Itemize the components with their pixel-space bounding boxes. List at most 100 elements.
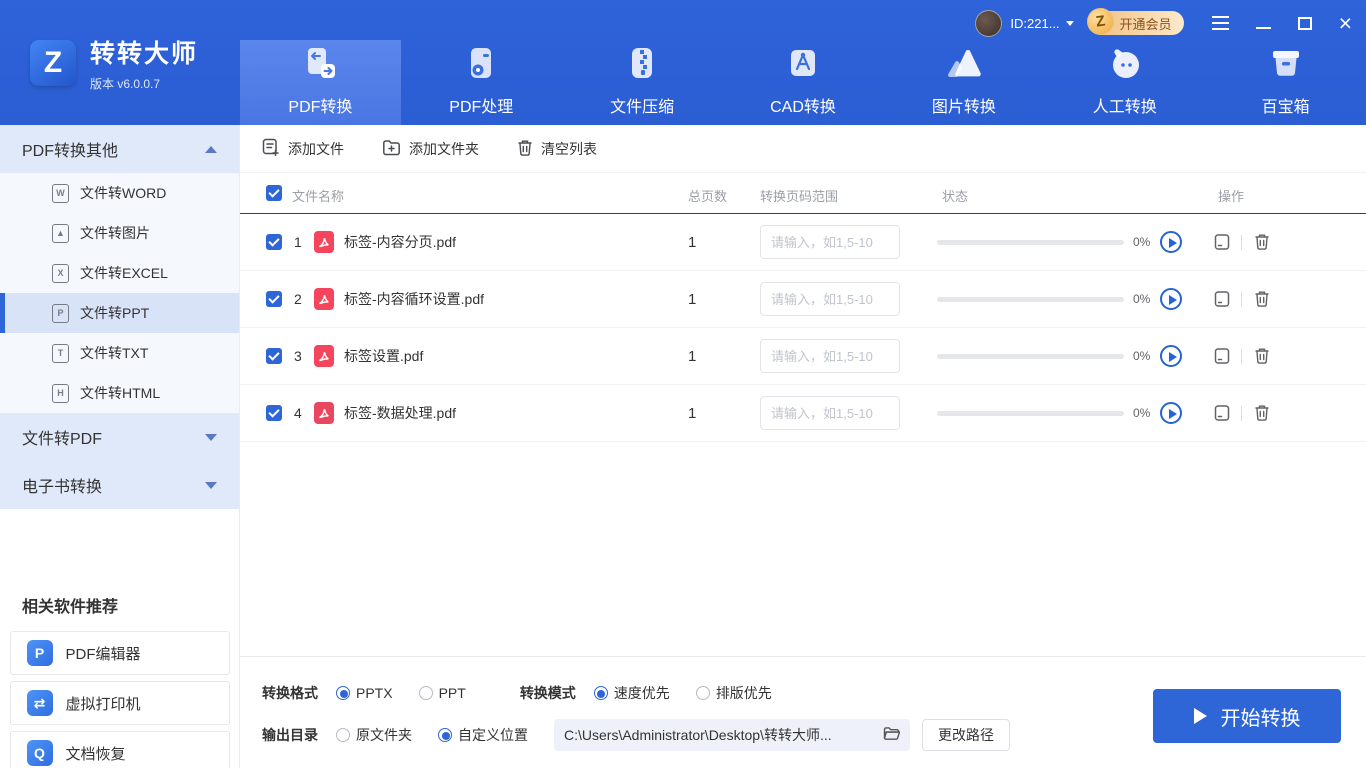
- minimize-button[interactable]: [1256, 27, 1271, 29]
- sidebar-item-to-excel[interactable]: X 文件转EXCEL: [0, 253, 239, 293]
- vip-coin-icon: Z: [1085, 6, 1115, 36]
- image-file-icon: ▲: [52, 224, 69, 243]
- recommend-label: 虚拟打印机: [66, 693, 141, 714]
- add-file-button[interactable]: 添加文件: [262, 138, 344, 159]
- chevron-up-icon: [205, 146, 217, 153]
- sidebar-section-pdf-convert-other[interactable]: PDF转换其他: [0, 125, 239, 173]
- open-file-icon[interactable]: [1213, 233, 1231, 254]
- change-path-button[interactable]: 更改路径: [922, 719, 1010, 751]
- open-file-icon[interactable]: [1213, 290, 1231, 311]
- add-folder-icon: [382, 138, 401, 159]
- toolbar: 添加文件 添加文件夹 清空列表: [240, 125, 1366, 173]
- divider: [1241, 406, 1242, 421]
- play-button[interactable]: [1160, 345, 1182, 367]
- chevron-down-icon[interactable]: [1066, 21, 1074, 26]
- menu-icon[interactable]: [1212, 16, 1229, 30]
- delete-icon[interactable]: [1254, 347, 1270, 367]
- close-button[interactable]: ×: [1339, 13, 1352, 33]
- row-index: 1: [294, 214, 302, 271]
- sidebar-item-to-word[interactable]: W 文件转WORD: [0, 173, 239, 213]
- sidebar: PDF转换其他 W 文件转WORD ▲ 文件转图片 X 文件转EXCEL P 文…: [0, 125, 240, 768]
- maximize-button[interactable]: [1298, 17, 1312, 30]
- recommend-doc-recovery[interactable]: Q 文档恢复: [10, 731, 230, 768]
- doc-recovery-icon: Q: [27, 740, 53, 766]
- window-controls: ×: [1212, 13, 1352, 33]
- row-checkbox[interactable]: [266, 405, 282, 421]
- radio-selected-icon: [438, 728, 452, 742]
- column-page-range: 转换页码范围: [760, 186, 838, 205]
- sidebar-section-ebook-convert[interactable]: 电子书转换: [0, 461, 239, 509]
- radio-ppt[interactable]: PPT: [419, 685, 466, 701]
- row-index: 3: [294, 328, 302, 385]
- user-id[interactable]: ID:221...: [1010, 16, 1059, 31]
- tab-toolbox[interactable]: 百宝箱: [1205, 40, 1366, 125]
- total-pages: 1: [688, 214, 696, 271]
- tab-pdf-convert[interactable]: PDF转换: [240, 40, 401, 125]
- section-label: 文件转PDF: [22, 425, 205, 449]
- tab-file-compress[interactable]: 文件压缩: [562, 40, 723, 125]
- clear-list-button[interactable]: 清空列表: [517, 139, 597, 159]
- play-button[interactable]: [1160, 288, 1182, 310]
- folder-icon[interactable]: [883, 726, 900, 744]
- sidebar-item-to-html[interactable]: H 文件转HTML: [0, 373, 239, 413]
- recommend-label: PDF编辑器: [66, 643, 141, 664]
- file-name: 标签设置.pdf: [344, 328, 423, 385]
- open-file-icon[interactable]: [1213, 347, 1231, 368]
- app-version: 版本 v6.0.0.7: [90, 75, 198, 92]
- row-checkbox[interactable]: [266, 348, 282, 364]
- page-range-input[interactable]: [760, 339, 900, 373]
- tab-cad-convert[interactable]: CAD转换: [723, 40, 884, 125]
- column-file-name: 文件名称: [292, 186, 344, 205]
- output-label: 输出目录: [262, 725, 318, 745]
- table-header: 文件名称 总页数 转换页码范围 状态 操作: [240, 173, 1366, 214]
- tab-pdf-process[interactable]: PDF处理: [401, 40, 562, 125]
- tab-manual-convert[interactable]: 人工转换: [1044, 40, 1205, 125]
- page-range-input[interactable]: [760, 225, 900, 259]
- pdf-editor-icon: P: [27, 640, 53, 666]
- titlebar: ID:221... Z 开通会员 ×: [975, 8, 1352, 38]
- radio-custom-location[interactable]: 自定义位置: [438, 725, 528, 745]
- start-convert-button[interactable]: 开始转换: [1153, 689, 1341, 743]
- vip-button[interactable]: Z 开通会员: [1090, 11, 1184, 35]
- recommend-pdf-editor[interactable]: P PDF编辑器: [10, 631, 230, 675]
- sidebar-section-to-pdf[interactable]: 文件转PDF: [0, 413, 239, 461]
- open-file-icon[interactable]: [1213, 404, 1231, 425]
- user-avatar[interactable]: [975, 10, 1002, 37]
- tab-image-convert[interactable]: 图片转换: [883, 40, 1044, 125]
- page-range-input[interactable]: [760, 282, 900, 316]
- sidebar-item-to-txt[interactable]: T 文件转TXT: [0, 333, 239, 373]
- add-folder-button[interactable]: 添加文件夹: [382, 138, 479, 159]
- add-file-icon: [262, 138, 280, 159]
- logo-area: Z 转转大师 版本 v6.0.0.7: [0, 0, 240, 125]
- row-checkbox[interactable]: [266, 234, 282, 250]
- table-row: 2 标签-内容循环设置.pdf 1 0%: [240, 271, 1366, 328]
- output-path: C:\Users\Administrator\Desktop\转转大师...: [564, 725, 832, 745]
- format-label: 转换格式: [262, 683, 318, 703]
- sidebar-item-to-ppt[interactable]: P 文件转PPT: [0, 293, 239, 333]
- row-checkbox[interactable]: [266, 291, 282, 307]
- select-all-checkbox[interactable]: [266, 185, 282, 201]
- output-path-box[interactable]: C:\Users\Administrator\Desktop\转转大师...: [554, 719, 910, 751]
- section-label: PDF转换其他: [22, 137, 205, 161]
- radio-layout-first[interactable]: 排版优先: [696, 683, 772, 703]
- radio-source-folder[interactable]: 原文件夹: [336, 725, 412, 745]
- delete-icon[interactable]: [1254, 404, 1270, 424]
- recommend-virtual-printer[interactable]: ⇄ 虚拟打印机: [10, 681, 230, 725]
- table-row: 3 标签设置.pdf 1 0%: [240, 328, 1366, 385]
- play-button[interactable]: [1160, 402, 1182, 424]
- delete-icon[interactable]: [1254, 290, 1270, 310]
- start-convert-label: 开始转换: [1221, 702, 1301, 731]
- progress-bar: [937, 411, 1124, 416]
- excel-file-icon: X: [52, 264, 69, 283]
- page-range-input[interactable]: [760, 396, 900, 430]
- radio-pptx[interactable]: PPTX: [336, 685, 393, 701]
- radio-speed-first[interactable]: 速度优先: [594, 683, 670, 703]
- tab-label: PDF处理: [449, 93, 513, 117]
- file-name: 标签-内容循环设置.pdf: [344, 271, 484, 328]
- app-window: Z 转转大师 版本 v6.0.0.7 PDF转换 PDF处理: [0, 0, 1366, 768]
- manual-convert-icon: [1103, 44, 1147, 84]
- sidebar-item-to-image[interactable]: ▲ 文件转图片: [0, 213, 239, 253]
- pdf-file-icon: [314, 231, 334, 253]
- play-button[interactable]: [1160, 231, 1182, 253]
- delete-icon[interactable]: [1254, 233, 1270, 253]
